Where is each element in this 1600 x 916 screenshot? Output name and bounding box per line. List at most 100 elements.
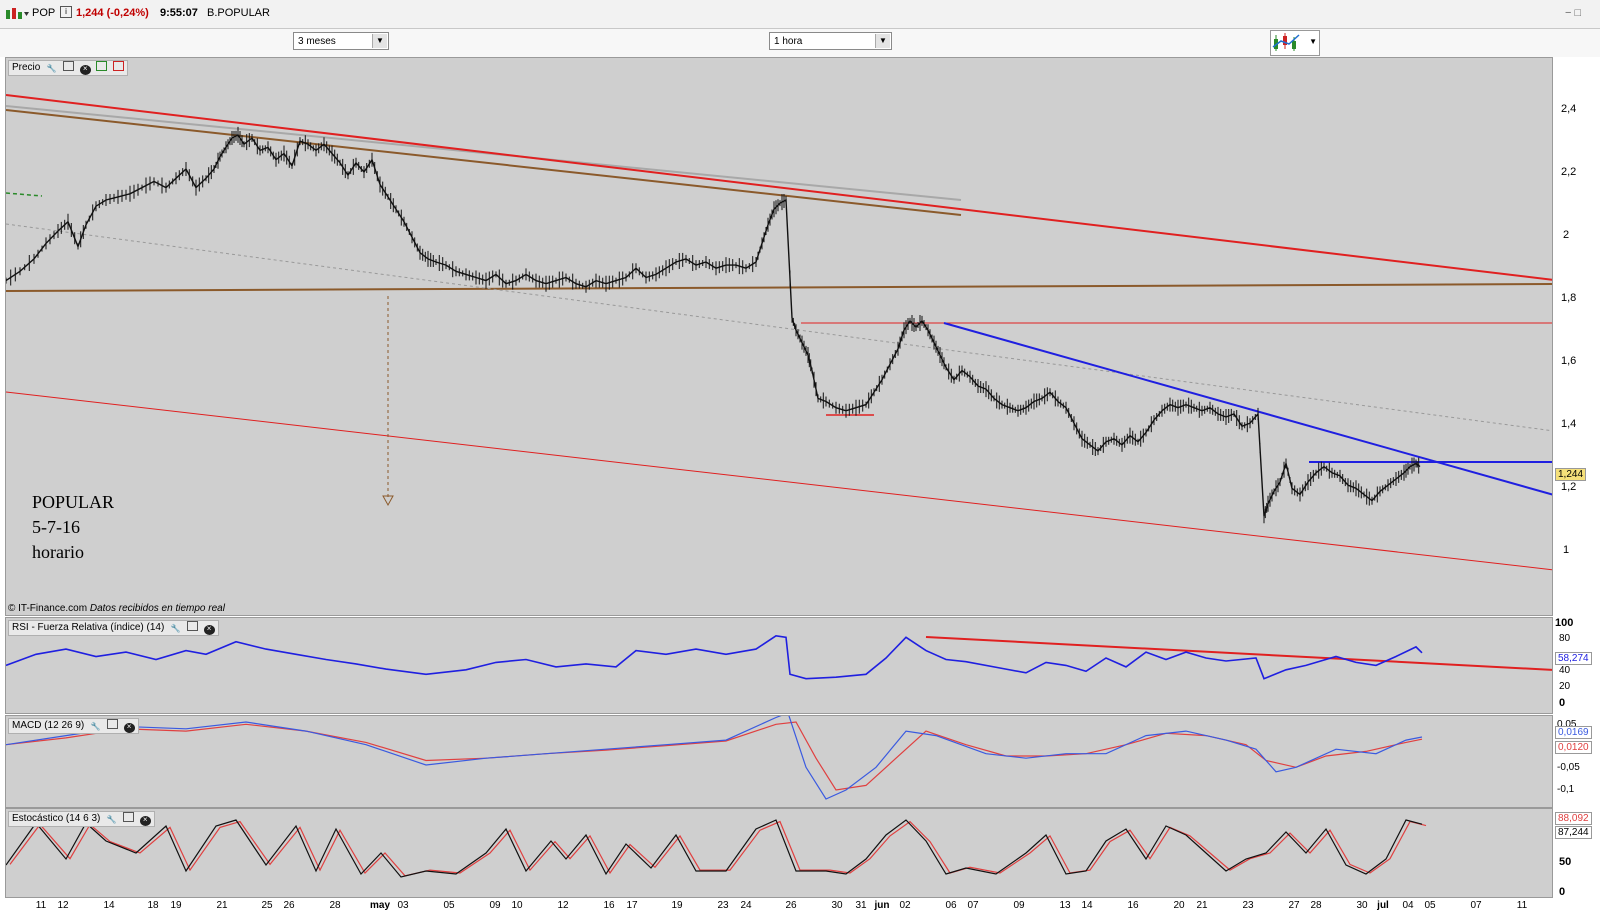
x-tick-label: 26: [283, 900, 295, 911]
title-bar: POP i 1,244 (-0,24%) 9:55:07 B.POPULAR −…: [0, 0, 1600, 29]
x-tick-label: 06: [945, 900, 957, 911]
window-icon[interactable]: [122, 812, 134, 822]
x-tick-label: 07: [1470, 900, 1482, 911]
wrench-icon[interactable]: 🔧: [46, 65, 57, 75]
y-tick-label: 2,4: [1561, 103, 1577, 115]
realtime-note: Datos recibidos en tiempo real: [89, 603, 225, 614]
y-tick-label: 1: [1563, 544, 1570, 556]
y-tick-label: 1,8: [1561, 292, 1577, 304]
macd-panel-title: MACD (12 26 9): [12, 720, 85, 731]
price-panel-title: Precio: [12, 62, 41, 73]
x-tick-label: 23: [717, 900, 729, 911]
info-icon[interactable]: i: [60, 6, 72, 18]
x-tick-label: 11: [35, 900, 47, 911]
x-axis: 11 12 14 18 19 21 25 26 28 may 03 05 09 10 12 16 17 19 23 2…: [5, 898, 1553, 916]
x-tick-label: 28: [1310, 900, 1322, 911]
window-icon[interactable]: [186, 621, 198, 631]
x-tick-label: 19: [671, 900, 683, 911]
rsi-tick-label: 80: [1559, 633, 1571, 644]
arrow-head: [382, 495, 394, 507]
x-tick-label: 12: [57, 900, 69, 911]
x-tick-label: 05: [1424, 900, 1436, 911]
close-icon[interactable]: ×: [79, 65, 91, 75]
macd-series: [6, 716, 1423, 800]
close-icon[interactable]: ×: [139, 816, 151, 826]
right-axis: 2,4 2,2 2 1,8 1,6 1,4 1,2 1 1,244 100 80…: [1553, 57, 1600, 916]
rsi-tick-label: 100: [1555, 617, 1574, 629]
x-tick-label: 30: [1356, 900, 1368, 911]
x-tick-label: 27: [1288, 900, 1300, 911]
x-tick-label: 12: [557, 900, 569, 911]
close-icon[interactable]: ×: [123, 723, 135, 733]
x-tick-label: 23: [1242, 900, 1254, 911]
wrench-icon[interactable]: 🔧: [90, 723, 101, 733]
x-tick-label: 02: [899, 900, 911, 911]
stochastic-panel[interactable]: Estocástico (14 6 3) 🔧 ×: [5, 808, 1553, 898]
remove-icon[interactable]: [113, 61, 125, 71]
x-tick-label: 25: [261, 900, 273, 911]
symbol-label: POP: [32, 7, 56, 19]
interval-select[interactable]: 1 hora ▼: [769, 32, 892, 50]
macd-tick-label: -0,1: [1557, 784, 1575, 795]
close-icon[interactable]: ×: [203, 625, 215, 635]
x-tick-label: 16: [1127, 900, 1139, 911]
price-change: 1,244 (-0,24%): [76, 7, 149, 19]
price-panel-header: Precio 🔧 ×: [8, 60, 129, 76]
rsi-panel-header: RSI - Fuerza Relativa (índice) (14) 🔧 ×: [8, 620, 219, 636]
x-tick-label: 05: [443, 900, 455, 911]
stochastic-d-series: [9, 820, 1427, 877]
x-tick-label: 14: [1081, 900, 1093, 911]
rsi-series: [6, 634, 1423, 680]
x-tick-label: 03: [397, 900, 409, 911]
range-select[interactable]: 3 meses ▼: [293, 32, 389, 50]
x-tick-label: 26: [785, 900, 797, 911]
stoch-tick-label: 50: [1559, 856, 1572, 868]
x-tick-label: 14: [103, 900, 115, 911]
x-tick-label: 30: [831, 900, 843, 911]
wrench-icon[interactable]: 🔧: [106, 816, 117, 826]
trendline-red-resistance: [6, 94, 1552, 281]
stoch-tick-label: 0: [1559, 886, 1566, 898]
chevron-down-icon: ▼: [875, 34, 890, 48]
x-tick-label: 19: [170, 900, 182, 911]
window-controls[interactable]: − □: [1565, 7, 1581, 19]
rsi-panel-title: RSI - Fuerza Relativa (índice) (14): [12, 622, 165, 633]
x-tick-label: 09: [1013, 900, 1025, 911]
price-chart[interactable]: [6, 58, 1553, 616]
y-tick-label: 2: [1563, 229, 1570, 241]
rsi-current-label: 58,274: [1555, 652, 1592, 665]
chart-icon[interactable]: [5, 7, 29, 24]
stochastic-chart[interactable]: [6, 809, 1553, 898]
rsi-tick-label: 40: [1559, 665, 1571, 676]
current-price-label: 1,244: [1555, 468, 1587, 481]
toolbar: 3 meses ▼ 1 hora ▼ ▼: [0, 29, 1600, 57]
y-tick-label: 1,4: [1561, 418, 1577, 430]
macd-panel[interactable]: MACD (12 26 9) 🔧 ×: [5, 715, 1553, 808]
x-tick-label: 09: [489, 900, 501, 911]
stoch-k-label: 87,244: [1555, 826, 1592, 839]
rsi-chart[interactable]: [6, 618, 1553, 714]
macd-tick-label: -0,05: [1557, 762, 1580, 773]
rsi-panel[interactable]: RSI - Fuerza Relativa (índice) (14) 🔧 ×: [5, 617, 1553, 714]
instrument-name: B.POPULAR: [207, 7, 270, 19]
rsi-trendline-red: [925, 636, 1552, 671]
trendline-brown-upper: [6, 109, 962, 216]
macd-chart[interactable]: [6, 716, 1553, 808]
trendline-dotted: [6, 223, 1552, 432]
window-icon[interactable]: [62, 61, 74, 71]
copyright-text: © IT-Finance.com: [8, 603, 88, 614]
chevron-down-icon: ▼: [1309, 37, 1317, 46]
price-panel[interactable]: Precio 🔧 × POPULAR 5-7-16 horario © IT-F…: [5, 57, 1553, 616]
interval-select-value: 1 hora: [774, 36, 803, 47]
rsi-tick-label: 20: [1559, 681, 1571, 692]
window-icon[interactable]: [106, 719, 118, 729]
stochastic-k-series: [6, 819, 1423, 878]
x-tick-label: may: [369, 900, 391, 911]
export-icon[interactable]: [96, 61, 108, 71]
x-tick-label: 04: [1402, 900, 1414, 911]
chart-type-button[interactable]: ▼: [1270, 30, 1320, 56]
x-tick-label: 31: [855, 900, 867, 911]
trendline-brown-support: [6, 283, 1552, 292]
x-tick-label: jul: [1377, 900, 1389, 911]
wrench-icon[interactable]: 🔧: [170, 625, 181, 635]
